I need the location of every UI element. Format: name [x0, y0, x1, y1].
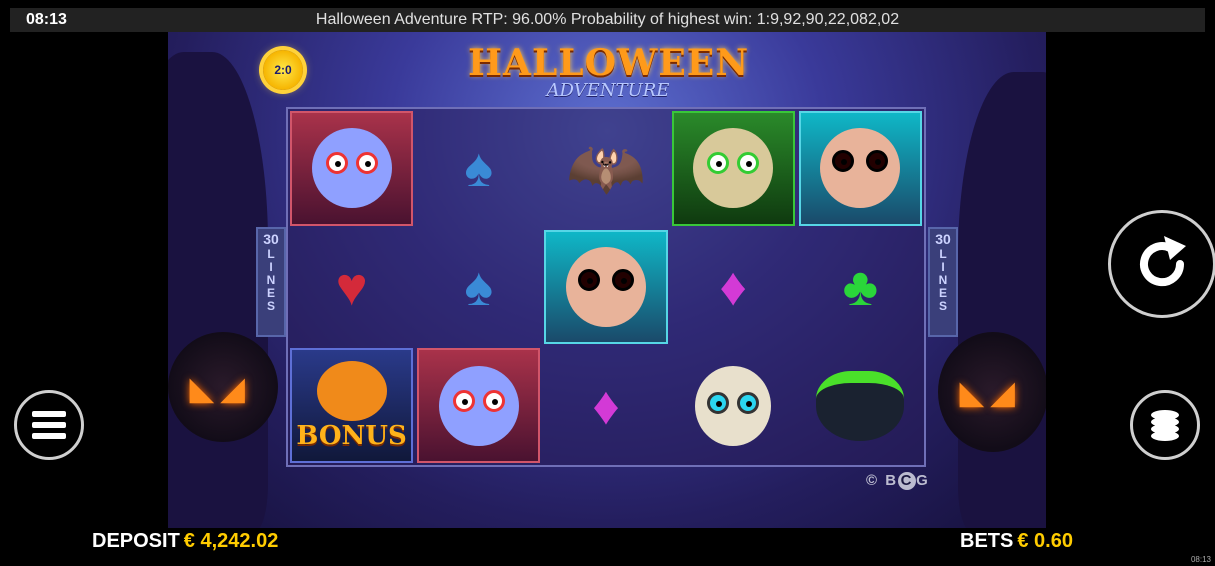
- symbol-spider: [544, 229, 668, 345]
- symbol-spade: ♠: [464, 138, 494, 199]
- symbol-spider: [798, 111, 922, 226]
- spin-button[interactable]: [1108, 210, 1215, 318]
- symbol-diamond: ♦: [719, 256, 747, 317]
- symbol-bat: 🦇: [566, 132, 646, 205]
- bets-value: € 0.60: [1017, 530, 1073, 552]
- pumpkin-decoration: ◣ ◢: [938, 332, 1046, 452]
- symbol-club: ♣: [842, 256, 879, 317]
- game-logo: HALLOWEEN ADVENTURE: [468, 44, 748, 102]
- symbol-vampire: [290, 111, 414, 226]
- logo-title: HALLOWEEN: [468, 42, 750, 84]
- lines-indicator-right: 30 LINES: [928, 227, 958, 337]
- bets-display[interactable]: BETS € 0.60: [960, 530, 1073, 553]
- symbol-heart: ♥: [335, 256, 368, 317]
- pumpkin-decoration: ◣ ◢: [168, 332, 278, 442]
- reel-grid: ♠ 🦇 ♥ ♠ ♦ ♣ BONUS ♦: [286, 107, 926, 467]
- menu-button[interactable]: [14, 390, 84, 460]
- symbol-vampire: [417, 348, 541, 463]
- tiny-clock: 08:13: [1190, 555, 1211, 564]
- symbol-spade: ♠: [464, 256, 494, 317]
- refresh-icon: [1140, 236, 1186, 287]
- game-stage: ◣ ◢ ◣ ◢ 2:0 HALLOWEEN ADVENTURE 30 LINES…: [168, 32, 1046, 528]
- symbol-skull: [670, 346, 797, 465]
- tree-silhouette: [168, 52, 268, 528]
- symbol-diamond: ♦: [592, 375, 620, 436]
- symbol-cauldron: [797, 346, 924, 465]
- provider-logo: © B G BCG: [866, 472, 930, 490]
- deposit-display: DEPOSIT € 4,242.02: [92, 530, 279, 552]
- bet-coins-button[interactable]: [1130, 390, 1200, 460]
- rtp-info: Halloween Adventure RTP: 96.00% Probabil…: [315, 11, 900, 28]
- symbol-bonus-pumpkin: BONUS: [290, 348, 414, 463]
- status-bar: 08:13 Halloween Adventure RTP: 96.00% Pr…: [10, 8, 1205, 32]
- symbol-mummy: [671, 111, 795, 226]
- logo-subtitle: ADVENTURE: [546, 80, 670, 101]
- menu-icon: [32, 411, 66, 439]
- lines-indicator-left: 30 LINES: [256, 227, 286, 337]
- tree-silhouette: [958, 72, 1046, 528]
- deposit-value: € 4,242.02: [183, 530, 279, 552]
- coin-stack-icon: [1151, 410, 1179, 441]
- sun-badge-icon: 2:0: [263, 50, 303, 90]
